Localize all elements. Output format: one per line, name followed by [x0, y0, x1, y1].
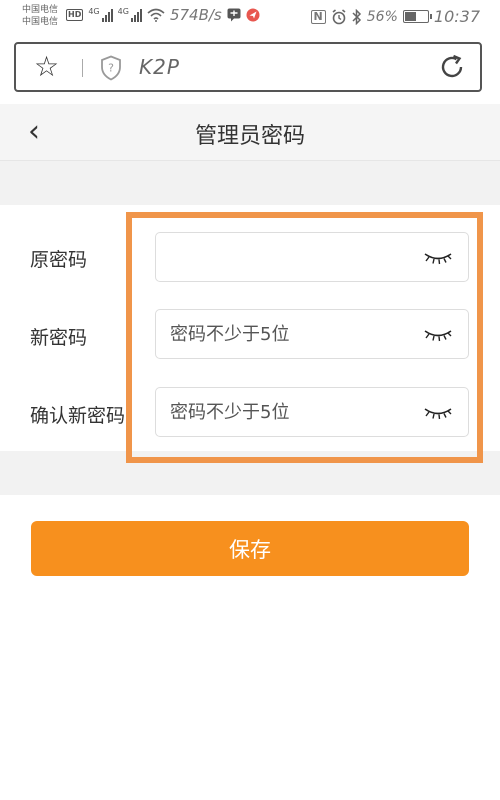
page-header: ‹ 管理员密码 — [0, 104, 500, 161]
app-notification-icon — [246, 8, 260, 22]
alarm-icon — [332, 8, 346, 24]
signal-icon: 4G — [88, 7, 113, 22]
star-icon[interactable]: ☆ — [34, 52, 59, 82]
section-spacer — [0, 161, 500, 205]
old-password-input[interactable] — [170, 233, 410, 281]
carrier-name-1: 中国电信 — [22, 5, 59, 15]
carrier-name-2: 中国电信 — [22, 17, 59, 27]
chat-notification-icon — [227, 8, 241, 22]
hd-badge: HD — [66, 9, 84, 21]
new-password-input[interactable] — [170, 310, 410, 358]
confirm-password-field[interactable] — [155, 387, 469, 437]
old-password-label: 原密码 — [30, 249, 88, 271]
network-type-2: 4G — [117, 7, 129, 16]
battery-icon — [402, 10, 432, 23]
eye-closed-icon[interactable] — [422, 248, 454, 268]
bluetooth-icon — [352, 8, 361, 25]
battery-percent: 56% — [366, 8, 398, 25]
reload-icon[interactable] — [438, 53, 466, 81]
confirm-password-label: 确认新密码 — [30, 405, 126, 427]
new-password-label: 新密码 — [30, 327, 88, 349]
nfc-icon: N — [310, 9, 326, 24]
carrier-names: 中国电信 中国电信 — [22, 4, 58, 28]
signal-icon-2: 4G — [117, 7, 142, 22]
page-title: 管理员密码 — [194, 124, 305, 149]
eye-closed-icon[interactable] — [422, 325, 454, 345]
new-password-field[interactable] — [155, 309, 469, 359]
status-bar: 中国电信 中国电信 HD 4G 4G 574B/s N 56% 10:37 — [0, 0, 500, 34]
network-type-1: 4G — [88, 7, 100, 16]
save-button[interactable]: 保存 — [31, 521, 469, 576]
clock: 10:37 — [433, 7, 480, 26]
url-text[interactable]: K2P — [139, 55, 180, 79]
shield-icon[interactable]: ? — [100, 55, 122, 81]
network-speed: 574B/s — [169, 6, 222, 24]
section-spacer — [0, 451, 500, 495]
password-form: 原密码 新密码 确认新密码 — [0, 205, 500, 451]
confirm-password-input[interactable] — [170, 388, 410, 436]
svg-text:?: ? — [108, 62, 114, 75]
browser-address-bar: ☆ ? K2P — [14, 42, 482, 92]
eye-closed-icon[interactable] — [422, 403, 454, 423]
old-password-field[interactable] — [155, 232, 469, 282]
divider — [82, 59, 83, 77]
wifi-icon — [147, 8, 165, 22]
